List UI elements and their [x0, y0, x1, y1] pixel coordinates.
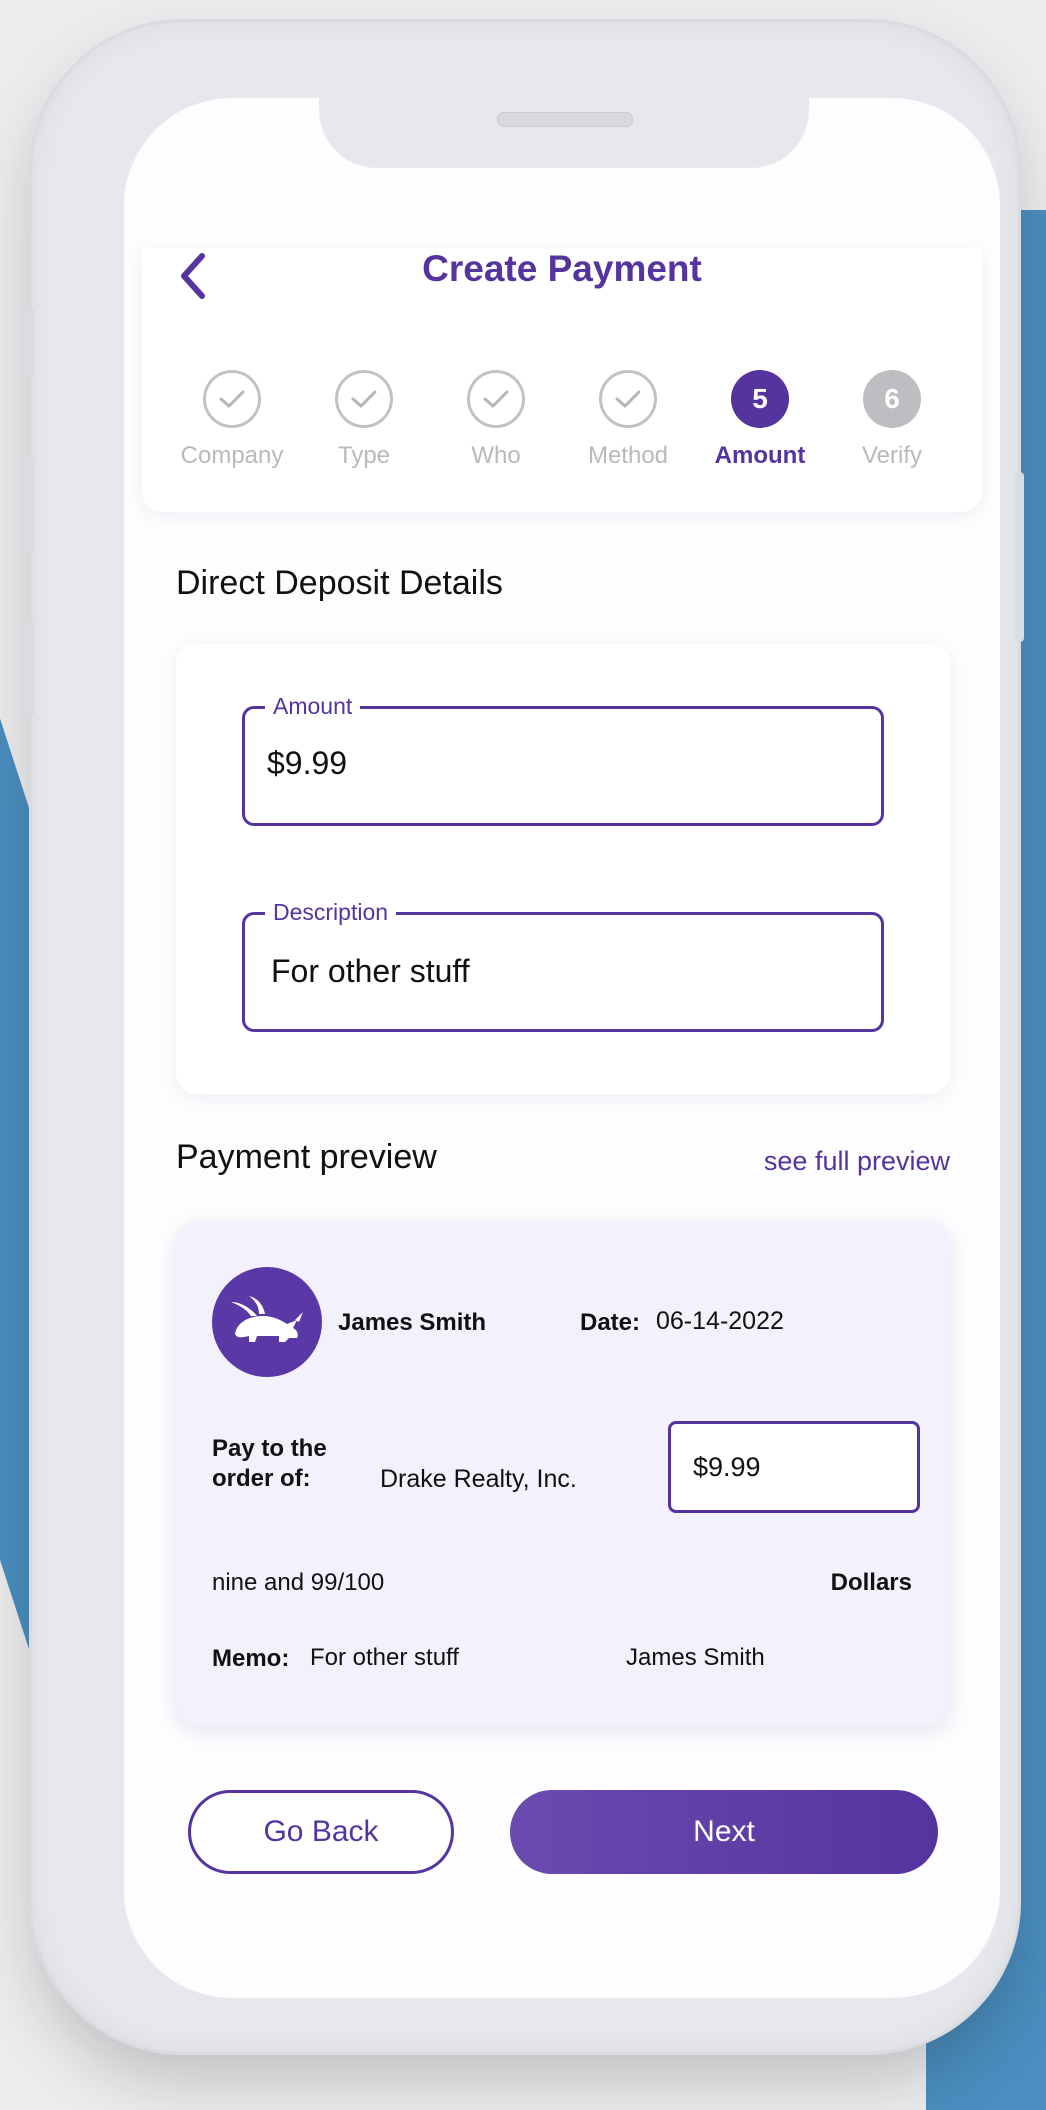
amount-in-words: nine and 99/100: [212, 1569, 385, 1596]
speaker-grille: [497, 112, 633, 127]
section-title-preview: Payment preview: [176, 1138, 437, 1176]
phone-side-button: [1015, 472, 1024, 642]
pay-to-label: Pay to the: [212, 1435, 327, 1462]
see-full-preview-link[interactable]: see full preview: [764, 1146, 950, 1177]
description-field[interactable]: Description For other stuff: [242, 899, 884, 1032]
check-icon: [467, 370, 525, 428]
step-label: Type: [337, 442, 391, 469]
step-method[interactable]: Method: [562, 370, 694, 470]
check-icon: [203, 370, 261, 428]
dollars-label: Dollars: [830, 1569, 912, 1596]
page-title: Create Payment: [422, 248, 702, 289]
description-field-value: For other stuff: [271, 953, 470, 989]
check-icon: [335, 370, 393, 428]
app-screen: Create Payment Company Type Who Method 5…: [124, 98, 1000, 1998]
amount-field[interactable]: Amount $9.99: [242, 693, 884, 826]
phone-frame: Create Payment Company Type Who Method 5…: [26, 22, 1024, 2052]
step-label: Amount: [714, 442, 806, 469]
phone-side-button: [26, 622, 35, 717]
step-label: Company: [180, 442, 284, 469]
payee-name: Drake Realty, Inc.: [380, 1465, 577, 1493]
section-title-details: Direct Deposit Details: [176, 564, 503, 602]
phone-side-button: [26, 457, 35, 552]
check-icon: [599, 370, 657, 428]
phone-notch: [319, 98, 809, 168]
rhino-logo-icon: [212, 1267, 322, 1377]
details-card: Amount $9.99 Description For other stuff: [176, 644, 950, 1094]
go-back-button[interactable]: Go Back: [188, 1790, 454, 1874]
step-number: 5: [731, 370, 789, 428]
order-of-label: order of:: [212, 1465, 311, 1492]
check-amount-box: $9.99: [668, 1421, 920, 1513]
step-type[interactable]: Type: [298, 370, 430, 470]
date-value: 06-14-2022: [656, 1307, 784, 1335]
step-label: Verify: [861, 442, 923, 469]
step-label: Who: [471, 442, 521, 469]
step-number: 6: [863, 370, 921, 428]
step-verify[interactable]: 6 Verify: [826, 370, 958, 470]
step-label: Method: [587, 442, 669, 469]
memo-label: Memo:: [212, 1645, 290, 1672]
description-field-label: Description: [265, 899, 397, 926]
amount-field-value: $9.99: [267, 745, 348, 781]
payer-name: James Smith: [338, 1309, 487, 1336]
memo-value: For other stuff: [310, 1644, 459, 1671]
payment-preview-card: James Smith Date: 06-14-2022 Pay to the …: [176, 1221, 950, 1725]
step-who[interactable]: Who: [430, 370, 562, 470]
step-company[interactable]: Company: [166, 370, 298, 470]
step-amount[interactable]: 5 Amount: [694, 370, 826, 470]
next-button[interactable]: Next: [510, 1790, 938, 1874]
progress-stepper: Company Type Who Method 5 Amount 6 Verif…: [166, 370, 958, 469]
amount-field-label: Amount: [265, 693, 361, 720]
check-amount: $9.99: [693, 1452, 761, 1482]
signature: James Smith: [626, 1644, 765, 1671]
phone-side-button: [26, 307, 35, 377]
date-label: Date:: [580, 1309, 641, 1336]
